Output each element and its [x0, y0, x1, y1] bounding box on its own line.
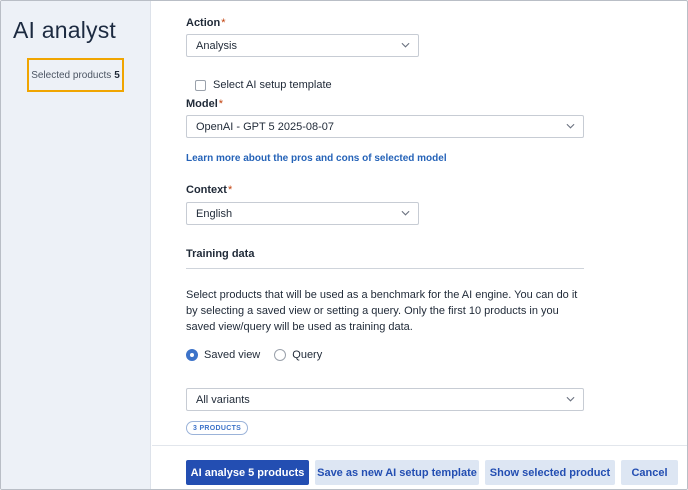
selected-products-count: 5 [114, 69, 120, 81]
context-select[interactable]: English [186, 202, 419, 225]
variants-select[interactable]: All variants [186, 388, 584, 411]
saved-view-radio[interactable] [186, 349, 198, 361]
ai-analyse-button[interactable]: AI analyse 5 products [186, 460, 309, 485]
model-label-text: Model [186, 98, 218, 110]
setup-template-checkbox[interactable] [195, 79, 206, 91]
training-data-title: Training data [186, 248, 255, 260]
saved-view-label: Saved view [204, 349, 261, 361]
action-label: Action* [186, 17, 226, 29]
chevron-down-icon [401, 210, 410, 216]
radio-option-query[interactable]: Query [274, 349, 322, 361]
model-select-value: OpenAI - GPT 5 2025-08-07 [196, 120, 334, 133]
required-mark: * [227, 184, 233, 196]
show-selected-button[interactable]: Show selected product [485, 460, 615, 485]
training-data-description: Select products that will be used as a b… [186, 289, 578, 333]
action-label-text: Action [186, 17, 221, 29]
products-count-badge[interactable]: 3 PRODUCTS [186, 421, 249, 435]
selected-products-label: Selected products [31, 69, 112, 81]
save-template-button[interactable]: Save as new AI setup template [315, 460, 479, 485]
setup-template-checkbox-row[interactable]: Select AI setup template [195, 79, 332, 91]
context-label: Context* [186, 184, 232, 196]
cancel-button[interactable]: Cancel [621, 460, 678, 485]
sidebar: AI analyst Selected products 5 [1, 1, 151, 489]
footer-actions: AI analyse 5 products Save as new AI set… [152, 445, 687, 489]
context-select-value: English [196, 207, 233, 220]
setup-template-label: Select AI setup template [213, 79, 332, 91]
action-select-value: Analysis [196, 39, 237, 52]
selected-products-indicator[interactable]: Selected products 5 [27, 58, 124, 92]
ai-analyst-window: AI analyst Selected products 5 Action* A… [0, 0, 688, 490]
training-source-radio-group: Saved view Query [186, 349, 336, 361]
variants-select-value: All variants [196, 393, 250, 406]
context-label-text: Context [186, 184, 227, 196]
main-form: Action* Analysis Select AI setup templat… [152, 1, 687, 445]
action-select[interactable]: Analysis [186, 34, 419, 57]
query-radio[interactable] [274, 349, 287, 361]
section-divider [186, 268, 584, 269]
model-select[interactable]: OpenAI - GPT 5 2025-08-07 [186, 115, 584, 138]
chevron-down-icon [566, 396, 575, 402]
query-label: Query [292, 349, 323, 361]
model-info-link[interactable]: Learn more about the pros and cons of se… [186, 153, 447, 164]
required-mark: * [221, 17, 226, 29]
radio-option-saved-view[interactable]: Saved view [186, 349, 260, 361]
model-label: Model* [186, 98, 223, 110]
chevron-down-icon [401, 42, 410, 48]
app-title: AI analyst [13, 17, 116, 43]
chevron-down-icon [566, 123, 575, 129]
required-mark: * [218, 98, 224, 110]
